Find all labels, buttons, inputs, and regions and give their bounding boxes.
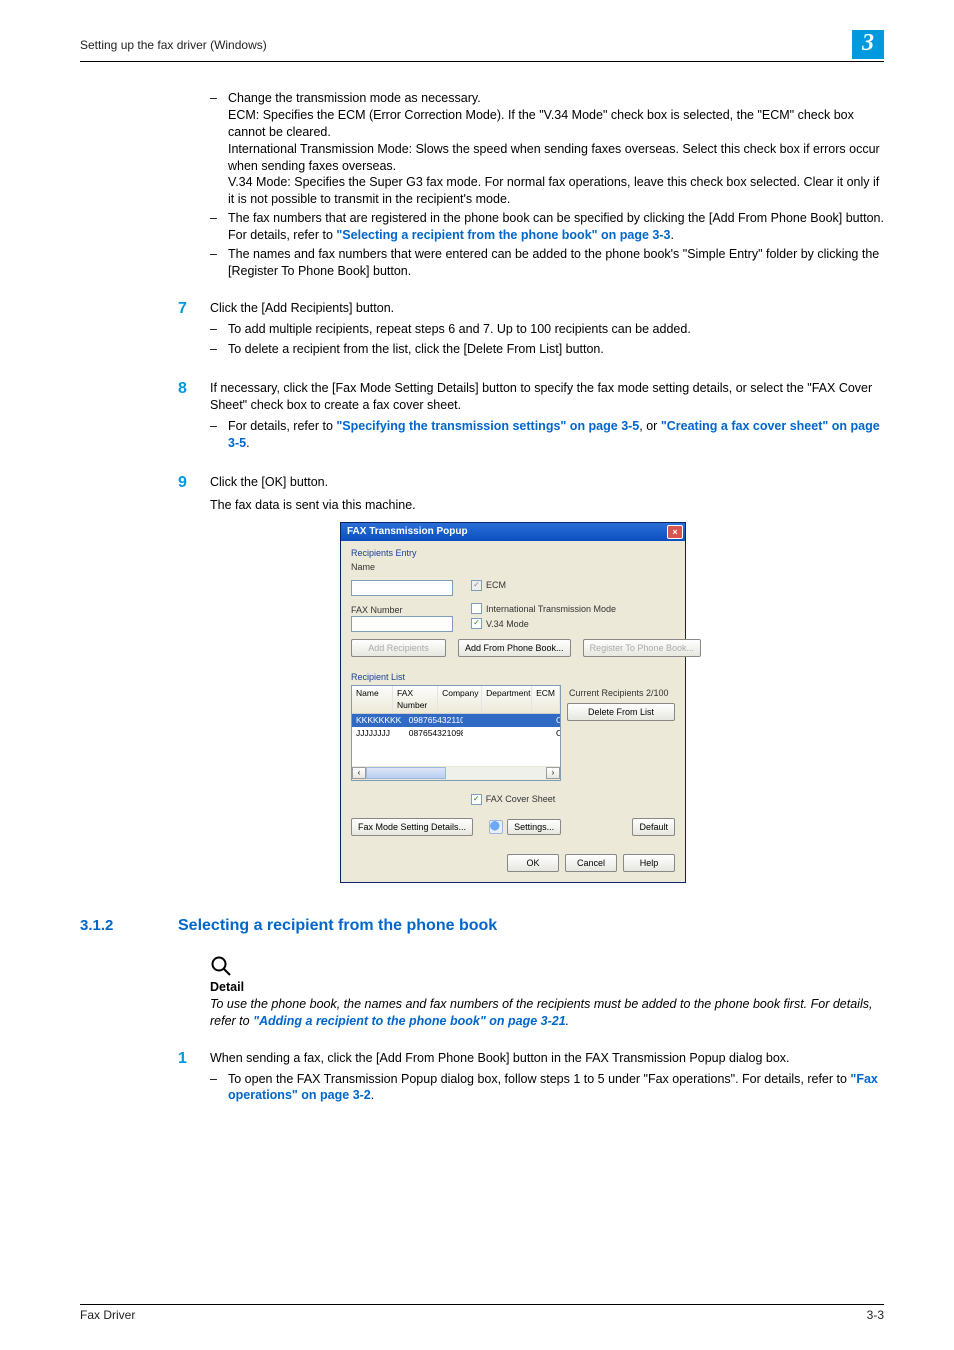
bullet-dash: –	[210, 246, 228, 280]
cross-ref-link[interactable]: "Selecting a recipient from the phone bo…	[336, 228, 670, 242]
col-company: Company	[438, 686, 482, 713]
bullet-subtext: ECM: Specifies the ECM (Error Correction…	[228, 107, 884, 141]
delete-from-list-button[interactable]: Delete From List	[567, 703, 675, 721]
register-to-phone-book-button[interactable]: Register To Phone Book...	[583, 639, 701, 657]
table-row[interactable]: JJJJJJJJ 087654321098 On	[352, 727, 560, 740]
scroll-right-icon[interactable]: ›	[546, 767, 560, 779]
col-name: Name	[352, 686, 393, 713]
name-input[interactable]	[351, 580, 453, 596]
list-item: – Change the transmission mode as necess…	[210, 90, 884, 208]
recipients-entry-label: Recipients Entry	[351, 547, 675, 559]
v34-checkbox[interactable]	[471, 618, 482, 629]
bullet-text: .	[671, 228, 674, 242]
list-item: – To delete a recipient from the list, c…	[210, 341, 884, 358]
recipients-count: Current Recipients 2/100	[567, 685, 675, 699]
bullet-text: To add multiple recipients, repeat steps…	[228, 321, 884, 338]
add-recipients-button[interactable]: Add Recipients	[351, 639, 446, 657]
step-number: 1	[80, 1048, 210, 1107]
step-text: If necessary, click the [Fax Mode Settin…	[210, 380, 884, 414]
bullet-dash: –	[210, 321, 228, 338]
cross-ref-link[interactable]: "Adding a recipient to the phone book" o…	[253, 1014, 566, 1028]
bullet-text: Change the transmission mode as necessar…	[228, 90, 884, 107]
step-number: 7	[80, 298, 210, 361]
bullet-dash: –	[210, 418, 228, 452]
bullet-subtext: V.34 Mode: Specifies the Super G3 fax mo…	[228, 174, 884, 208]
bullet-text: The names and fax numbers that were ente…	[228, 246, 884, 280]
col-fax: FAX Number	[393, 686, 438, 713]
bullet-text: .	[371, 1088, 374, 1102]
settings-icon	[489, 820, 503, 834]
recipient-list-table[interactable]: Name FAX Number Company Department ECM K…	[351, 685, 561, 781]
recipient-list-label: Recipient List	[351, 671, 675, 683]
bullet-dash: –	[210, 90, 228, 208]
col-ecm: ECM	[532, 686, 560, 713]
list-item: – To open the FAX Transmission Popup dia…	[210, 1071, 884, 1105]
step-text: Click the [Add Recipients] button.	[210, 300, 884, 317]
v34-label: V.34 Mode	[486, 618, 529, 630]
name-label: Name	[351, 561, 375, 573]
page-footer: Fax Driver 3-3	[80, 1304, 884, 1322]
intl-mode-checkbox[interactable]	[471, 603, 482, 614]
header-section-title: Setting up the fax driver (Windows)	[80, 38, 267, 52]
section-heading: 3.1.2 Selecting a recipient from the pho…	[80, 915, 884, 937]
ecm-checkbox[interactable]	[471, 580, 482, 591]
default-button[interactable]: Default	[632, 818, 675, 836]
dialog-title: FAX Transmission Popup	[347, 525, 468, 539]
horizontal-scrollbar[interactable]: ‹ ›	[352, 766, 560, 780]
fax-transmission-popup-dialog: FAX Transmission Popup × Recipients Entr…	[340, 522, 686, 883]
bullet-subtext: International Transmission Mode: Slows t…	[228, 141, 884, 175]
bullet-text: To open the FAX Transmission Popup dialo…	[228, 1072, 850, 1086]
fax-number-input[interactable]	[351, 616, 453, 632]
cancel-button[interactable]: Cancel	[565, 854, 617, 872]
detail-label: Detail	[210, 979, 884, 996]
list-item: – The names and fax numbers that were en…	[210, 246, 884, 280]
intl-mode-label: International Transmission Mode	[486, 603, 616, 615]
bullet-text: To delete a recipient from the list, cli…	[228, 341, 884, 358]
magnifier-icon	[210, 955, 232, 977]
fax-cover-sheet-checkbox[interactable]	[471, 794, 482, 805]
add-from-phone-book-button[interactable]: Add From Phone Book...	[458, 639, 571, 657]
bullet-text: .	[246, 436, 249, 450]
bullet-dash: –	[210, 210, 228, 244]
fax-number-label: FAX Number	[351, 604, 453, 616]
settings-button[interactable]: Settings...	[507, 819, 561, 835]
bullet-text: For details, refer to	[228, 419, 336, 433]
help-button[interactable]: Help	[623, 854, 675, 872]
scroll-thumb[interactable]	[366, 767, 446, 779]
step-followup-text: The fax data is sent via this machine.	[210, 497, 884, 514]
table-row[interactable]: KKKKKKKK 098765432110 On	[352, 714, 560, 727]
scroll-left-icon[interactable]: ‹	[352, 767, 366, 779]
detail-text: .	[566, 1014, 569, 1028]
section-number: 3.1.2	[80, 916, 178, 936]
section-title: Selecting a recipient from the phone boo…	[178, 915, 497, 937]
cross-ref-link[interactable]: "Specifying the transmission settings" o…	[336, 419, 639, 433]
fax-cover-sheet-label: FAX Cover Sheet	[486, 793, 556, 805]
step-text: When sending a fax, click the [Add From …	[210, 1050, 884, 1067]
step-number: 8	[80, 378, 210, 454]
bullet-text: , or	[639, 419, 661, 433]
list-item: – The fax numbers that are registered in…	[210, 210, 884, 244]
footer-page-number: 3-3	[867, 1308, 884, 1322]
step-number: 9	[80, 472, 210, 494]
ok-button[interactable]: OK	[507, 854, 559, 872]
list-item: – For details, refer to "Specifying the …	[210, 418, 884, 452]
page-header: Setting up the fax driver (Windows) 3	[80, 30, 884, 62]
bullet-dash: –	[210, 1071, 228, 1105]
close-icon[interactable]: ×	[667, 525, 683, 539]
chapter-number-badge: 3	[852, 30, 884, 59]
footer-left: Fax Driver	[80, 1308, 135, 1322]
ecm-checkbox-label: ECM	[486, 579, 506, 591]
bullet-dash: –	[210, 341, 228, 358]
step-text: Click the [OK] button.	[210, 474, 884, 491]
list-item: – To add multiple recipients, repeat ste…	[210, 321, 884, 338]
col-department: Department	[482, 686, 532, 713]
fax-mode-setting-details-button[interactable]: Fax Mode Setting Details...	[351, 818, 473, 836]
